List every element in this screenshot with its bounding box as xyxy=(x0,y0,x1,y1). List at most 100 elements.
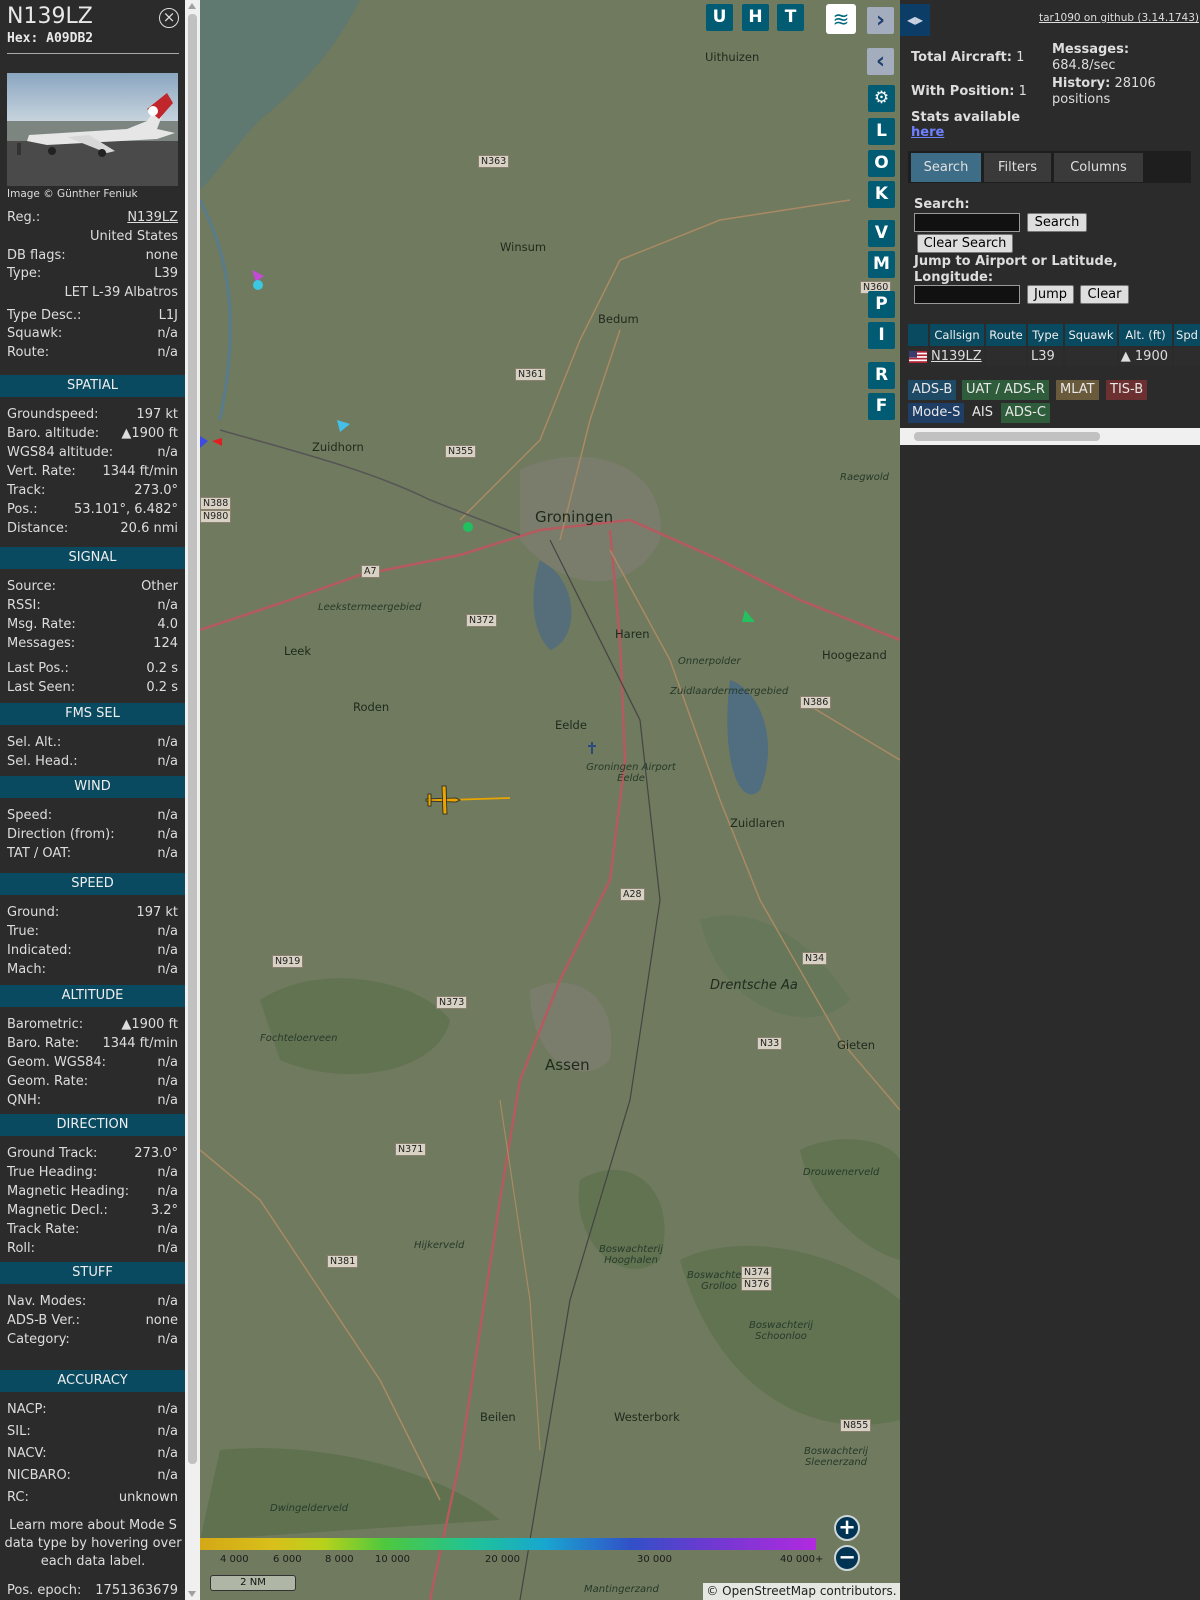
jump-input[interactable] xyxy=(914,285,1020,304)
info-row-label[interactable]: Nav. Modes: xyxy=(7,1292,86,1311)
info-row-label[interactable]: WGS84 altitude: xyxy=(7,443,113,462)
search-button[interactable]: Search xyxy=(1027,213,1087,232)
map-button-m[interactable]: M xyxy=(868,251,895,278)
map-button-v[interactable]: V xyxy=(868,220,895,247)
info-row-label[interactable]: NACP: xyxy=(7,1400,47,1419)
expand-button[interactable]: › xyxy=(867,7,894,34)
info-row-label[interactable]: NACV: xyxy=(7,1444,47,1463)
map-button-u[interactable]: U xyxy=(706,4,733,31)
source-chip-ads-c[interactable]: ADS-C xyxy=(1001,403,1050,423)
map[interactable]: Uithuizen Winsum Bedum Zuidhorn Groningen Lee… xyxy=(200,0,900,1600)
aircraft-photo[interactable] xyxy=(7,73,178,186)
info-row-label[interactable]: Indicated: xyxy=(7,941,72,960)
column-header-spd[interactable]: Spd xyxy=(1174,324,1200,346)
info-row-label[interactable]: Sel. Head.: xyxy=(7,752,78,771)
info-row-label[interactable]: Geom. WGS84: xyxy=(7,1053,106,1072)
info-row-label[interactable]: Squawk: xyxy=(7,324,62,343)
info-row-label[interactable]: Sel. Alt.: xyxy=(7,733,61,752)
map-button-r[interactable]: R xyxy=(868,362,895,389)
info-row-label[interactable]: Vert. Rate: xyxy=(7,462,76,481)
table-row-squawk[interactable] xyxy=(1065,348,1117,366)
clear-button[interactable]: Clear xyxy=(1080,285,1129,304)
zoom-in-button[interactable]: + xyxy=(834,1515,860,1541)
info-row-label[interactable]: Geom. Rate: xyxy=(7,1072,88,1091)
info-row-label[interactable]: SIL: xyxy=(7,1422,31,1441)
table-row-route[interactable] xyxy=(986,348,1026,366)
info-row-label[interactable]: DB flags: xyxy=(7,246,66,265)
close-icon[interactable]: × xyxy=(159,8,179,28)
column-header-squawk[interactable]: Squawk xyxy=(1065,324,1117,346)
tab-filters[interactable]: Filters xyxy=(984,153,1051,182)
source-chip-tis-b[interactable]: TIS-B xyxy=(1106,380,1148,400)
info-row-label[interactable]: RSSI: xyxy=(7,596,41,615)
table-row-type[interactable]: L39 xyxy=(1028,348,1063,366)
map-button-t[interactable]: T xyxy=(777,4,804,31)
source-chip-uat-ads-r[interactable]: UAT / ADS-R xyxy=(962,380,1049,400)
info-row-label[interactable]: Ground Track: xyxy=(7,1144,97,1163)
stats-link[interactable]: here xyxy=(911,125,944,141)
map-button-h[interactable]: H xyxy=(742,4,769,31)
info-row-label[interactable]: Route: xyxy=(7,343,49,362)
column-header-alt-ft[interactable]: Alt. (ft) xyxy=(1119,324,1172,346)
info-row-label[interactable]: Track: xyxy=(7,481,45,500)
info-row-value[interactable]: N139LZ xyxy=(127,208,178,227)
info-row-label[interactable]: Magnetic Heading: xyxy=(7,1182,129,1201)
info-row-label[interactable]: Distance: xyxy=(7,519,68,538)
info-row-label[interactable]: Baro. Rate: xyxy=(7,1034,79,1053)
jump-button[interactable]: Jump xyxy=(1027,285,1074,304)
info-row-label[interactable]: Barometric: xyxy=(7,1015,83,1034)
map-button-i[interactable]: I xyxy=(868,322,895,349)
map-button-l[interactable]: L xyxy=(868,118,895,145)
column-header-callsign[interactable]: Callsign xyxy=(930,324,984,346)
info-row-label[interactable]: Mach: xyxy=(7,960,46,979)
info-row-label[interactable]: RC: xyxy=(7,1488,29,1507)
info-row-label[interactable]: ADS-B Ver.: xyxy=(7,1311,80,1330)
collapse-button[interactable]: ‹ xyxy=(867,48,894,75)
source-chip-mode-s[interactable]: Mode-S xyxy=(908,403,965,423)
info-row-label[interactable]: Roll: xyxy=(7,1239,35,1258)
info-row-label[interactable]: Type: xyxy=(7,264,41,283)
source-chip-ais[interactable]: AIS xyxy=(968,403,997,423)
info-row-label[interactable]: True Heading: xyxy=(7,1163,97,1182)
info-row-label[interactable]: Reg.: xyxy=(7,208,40,227)
clear-search-button[interactable]: Clear Search xyxy=(917,234,1013,253)
info-row-label[interactable]: Type Desc.: xyxy=(7,306,81,325)
map-button-p[interactable]: P xyxy=(868,291,895,318)
info-row-label[interactable]: Msg. Rate: xyxy=(7,615,76,634)
info-row-label[interactable]: Source: xyxy=(7,577,56,596)
info-row-label[interactable]: Last Seen: xyxy=(7,678,75,697)
toggle-sidebar-button[interactable]: ◂▸ xyxy=(900,4,930,36)
info-row-label[interactable]: NICBARO: xyxy=(7,1466,71,1485)
settings-button[interactable]: ⚙ xyxy=(868,85,895,112)
info-row-label[interactable]: Track Rate: xyxy=(7,1220,79,1239)
info-row-label[interactable]: Groundspeed: xyxy=(7,405,98,424)
table-row-callsign[interactable]: N139LZ xyxy=(930,348,984,366)
table-row-altitude[interactable]: ▲ 1900 xyxy=(1119,348,1172,366)
map-attribution[interactable]: © OpenStreetMap contributors. xyxy=(703,1583,900,1600)
map-button-k[interactable]: K xyxy=(868,181,895,208)
table-row-speed[interactable] xyxy=(1174,348,1200,366)
info-row-label[interactable]: Last Pos.: xyxy=(7,659,69,678)
info-row-label[interactable]: QNH: xyxy=(7,1091,41,1110)
info-row-label[interactable]: True: xyxy=(7,922,39,941)
info-row-label[interactable]: TAT / OAT: xyxy=(7,844,71,863)
info-row-label[interactable]: Category: xyxy=(7,1330,70,1349)
zoom-out-button[interactable]: − xyxy=(834,1545,860,1571)
info-panel-scrollbar[interactable] xyxy=(185,0,200,1600)
tab-search[interactable]: Search xyxy=(911,153,981,182)
info-row-label[interactable]: Ground: xyxy=(7,903,59,922)
source-chip-mlat[interactable]: MLAT xyxy=(1056,380,1099,400)
tab-columns[interactable]: Columns xyxy=(1054,153,1143,182)
map-button-o[interactable]: O xyxy=(868,150,895,177)
search-input[interactable] xyxy=(914,213,1020,232)
table-horizontal-scrollbar[interactable] xyxy=(900,428,1200,445)
info-row-label[interactable]: Baro. altitude: xyxy=(7,424,99,443)
info-row-label[interactable]: Direction (from): xyxy=(7,825,115,844)
column-header-route[interactable]: Route xyxy=(986,324,1026,346)
info-row-label[interactable]: Pos.: xyxy=(7,500,38,519)
column-header-type[interactable]: Type xyxy=(1028,324,1063,346)
info-row-label[interactable]: Speed: xyxy=(7,806,52,825)
info-row-label[interactable]: Messages: xyxy=(7,634,75,653)
layers-button[interactable]: ≋ xyxy=(826,4,856,34)
source-chip-ads-b[interactable]: ADS-B xyxy=(908,380,957,400)
